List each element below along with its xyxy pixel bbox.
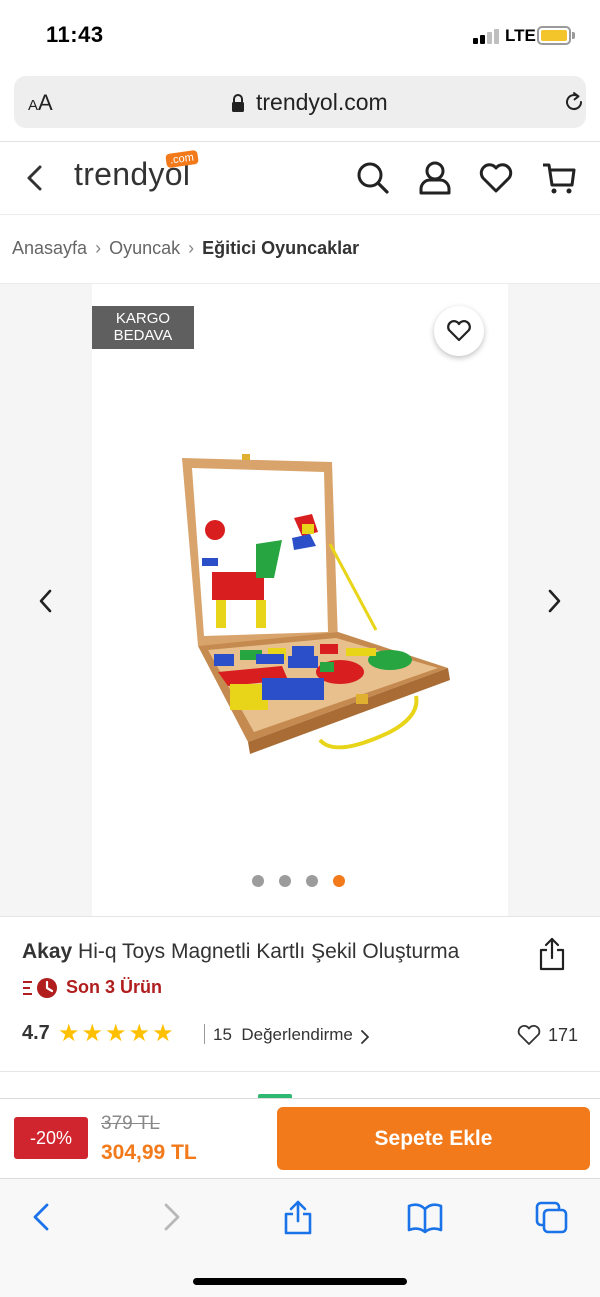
product-name: Hi-q Toys Magnetli Kartlı Şekil Oluşturm… [78,940,460,963]
favorite-count: 171 [548,1025,579,1045]
reviews-link[interactable]: 15 Değerlendirme [213,1025,353,1045]
star-icon: ★ [152,1020,174,1047]
breadcrumb-item-toys[interactable]: Oyuncak [109,238,180,258]
free-shipping-badge: KARGO BEDAVA [92,306,194,349]
product-title: Akay Hi-q Toys Magnetli Kartlı Şekil Olu… [22,940,459,964]
user-icon[interactable] [418,160,452,196]
gallery-prev-icon[interactable] [36,586,56,616]
badge-line-2: BEDAVA [113,327,173,344]
old-price: 379 TL [101,1113,160,1134]
search-icon[interactable] [356,160,390,196]
badge-line-1: KARGO [115,310,171,327]
favorite-button[interactable] [434,306,484,356]
status-time: 11:43 [46,22,104,47]
pagination-dot-active[interactable] [333,875,345,887]
breadcrumb-item-home[interactable]: Anasayfa [12,238,87,258]
divider [204,1024,205,1044]
status-bar: 11:43 LTE [0,0,600,70]
bookmarks-icon[interactable] [406,1199,444,1235]
rating-score: 4.7 [22,1022,50,1044]
discount-badge: -20% [14,1117,88,1159]
buy-bar: -20% 379 TL 304,99 TL Sepete Ekle [0,1098,600,1178]
pagination-dot[interactable] [306,875,318,887]
browser-share-icon[interactable] [282,1199,314,1235]
rating-stars: ★★★★★ [58,1021,176,1047]
url-text[interactable]: trendyol.com [256,89,388,116]
battery-icon [537,26,571,45]
cart-icon[interactable] [542,160,576,196]
add-to-cart-button[interactable]: Sepete Ekle [277,1107,590,1170]
gallery-pagination [252,874,360,888]
site-header: trendyol .com [0,142,600,215]
home-indicator [193,1278,407,1285]
share-icon[interactable] [538,936,566,972]
logo-badge: .com [165,149,199,169]
divider [0,916,600,917]
reload-icon[interactable] [562,90,586,114]
current-price: 304,99 TL [101,1141,197,1164]
product-image[interactable] [170,440,470,760]
stock-text: Son 3 Ürün [66,977,163,997]
pagination-dot[interactable] [279,875,291,887]
divider [0,1071,600,1072]
product-brand[interactable]: Akay [22,940,72,963]
network-type: LTE [505,26,536,45]
chevron-right-icon[interactable] [360,1030,370,1044]
review-count: 15 [213,1025,232,1044]
breadcrumb-separator-icon: › [188,238,195,258]
stock-warning: Son 3 Ürün [22,976,162,1000]
gallery-next-icon[interactable] [544,586,564,616]
star-icon: ★ [105,1020,127,1047]
breadcrumb: Anasayfa › Oyuncak › Eğitici Oyuncaklar [12,238,359,259]
signal-icon [473,28,501,44]
star-icon: ★ [128,1020,151,1047]
breadcrumb-separator-icon: › [95,238,102,258]
low-stock-clock-icon [23,978,57,998]
battery-nub [572,32,575,39]
browser-back-icon[interactable] [26,1199,58,1235]
lock-icon [232,94,244,112]
star-icon: ★ [81,1020,104,1047]
favorite-count-icon[interactable] [517,1024,541,1046]
browser-forward-icon[interactable] [155,1199,187,1235]
heart-icon [447,320,471,342]
heart-icon[interactable] [479,160,513,196]
address-bar[interactable]: AA trendyol.com [14,76,586,128]
text-size-button[interactable]: AA [28,90,53,116]
breadcrumb-current[interactable]: Eğitici Oyuncaklar [202,238,359,258]
review-label: Değerlendirme [241,1025,353,1044]
star-icon: ★ [58,1020,80,1047]
back-icon[interactable] [24,164,46,192]
pagination-dot[interactable] [252,875,264,887]
browser-address-area: AA trendyol.com [0,70,600,142]
tabs-icon[interactable] [534,1199,570,1235]
